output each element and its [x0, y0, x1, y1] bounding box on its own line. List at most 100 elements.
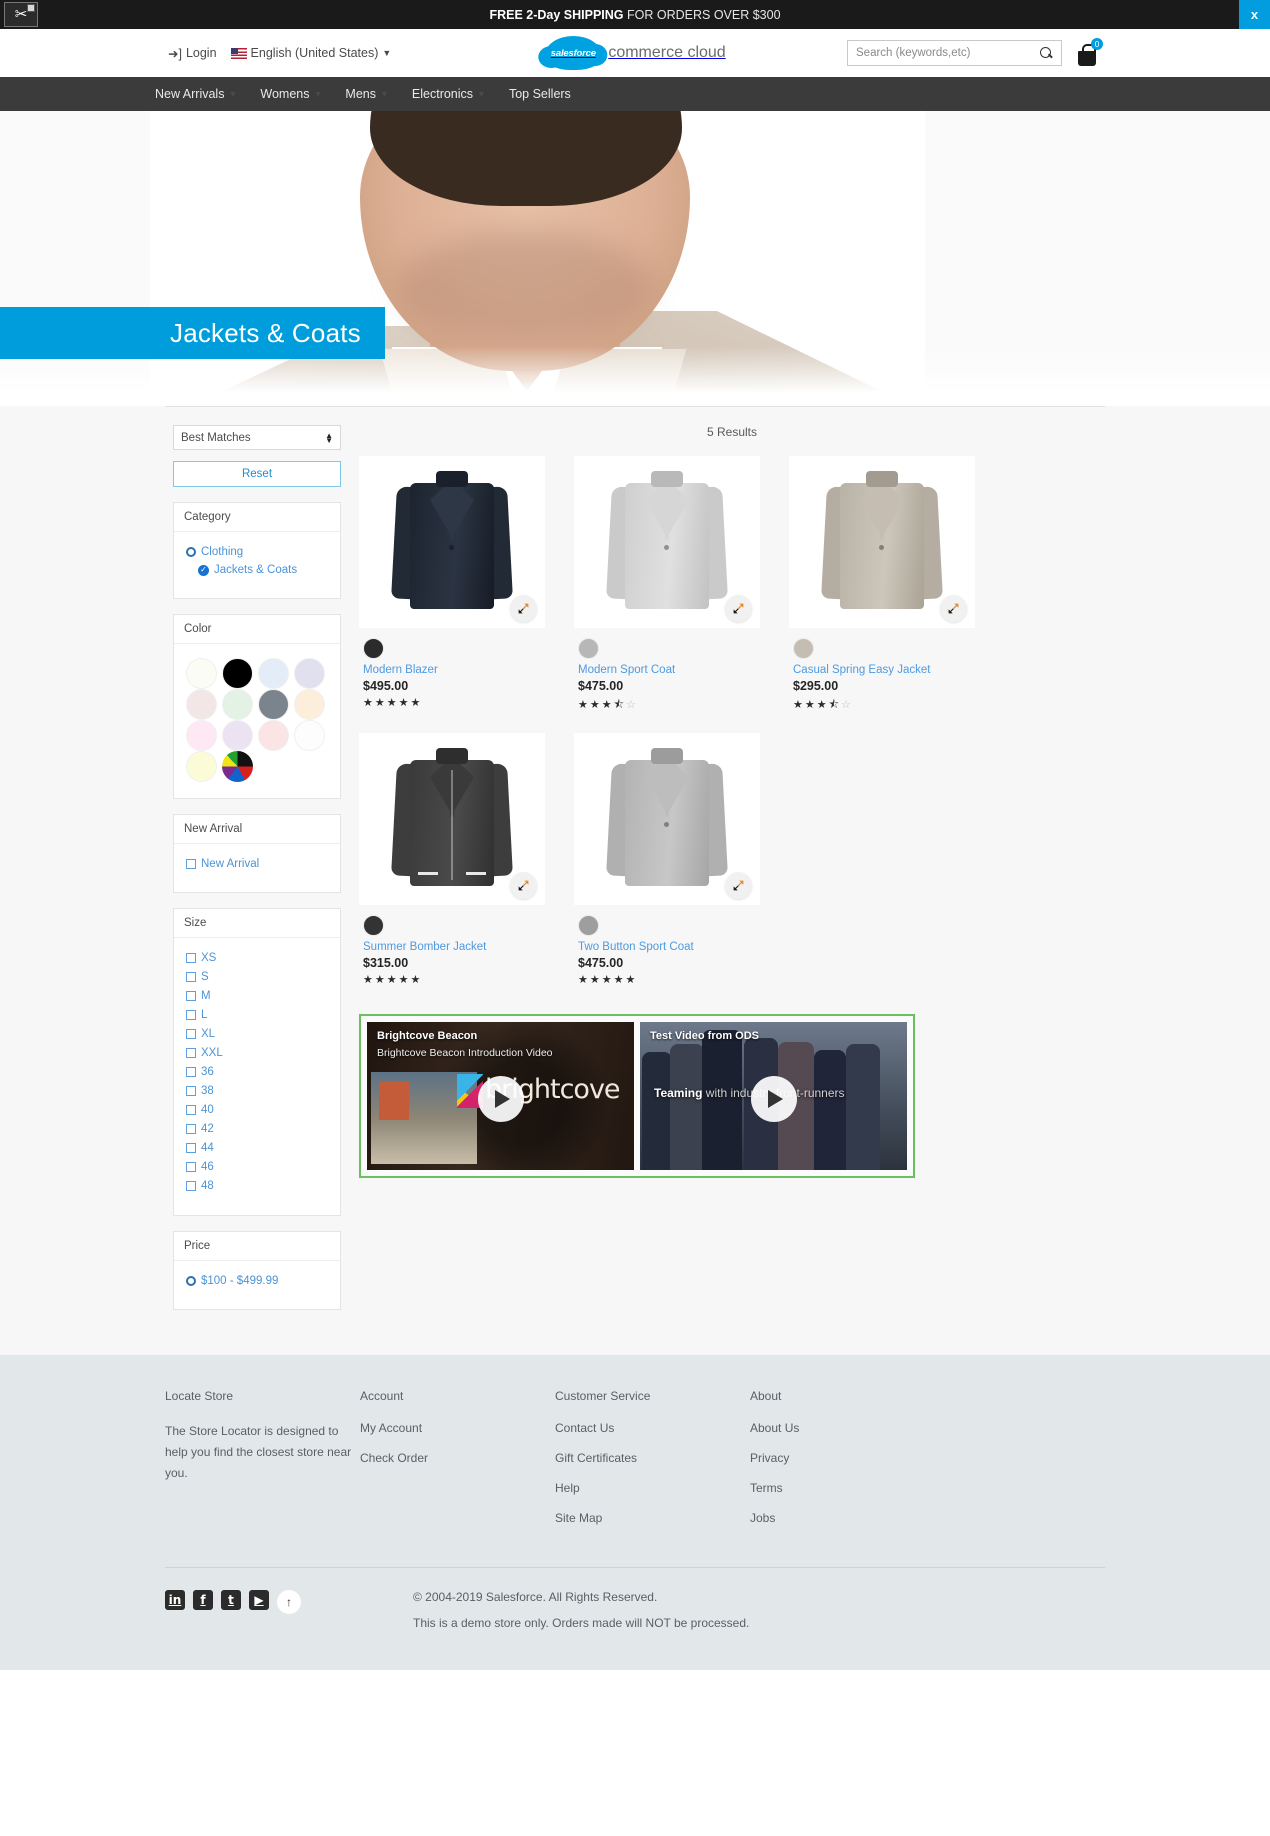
size-option-label: 42	[201, 1123, 214, 1135]
size-option-38[interactable]: 38	[186, 1085, 330, 1097]
product-tile[interactable]: Modern Blazer $495.00 ★★★★★	[359, 456, 545, 715]
tools-icon[interactable]: ✂	[4, 2, 38, 27]
color-swatch-8[interactable]	[186, 720, 217, 751]
product-tile[interactable]: Modern Sport Coat $475.00 ★★★⯪☆	[574, 456, 760, 715]
color-swatch-2[interactable]	[258, 658, 289, 689]
footer-link[interactable]: Check Order	[360, 1451, 555, 1465]
product-image-art	[391, 744, 513, 894]
nav-item-mens[interactable]: Mens ▼	[345, 87, 389, 101]
size-option-l[interactable]: L	[186, 1009, 330, 1021]
product-image[interactable]	[574, 456, 760, 628]
nav-item-electronics[interactable]: Electronics ▼	[412, 87, 486, 101]
facebook-icon[interactable]: f	[193, 1590, 213, 1610]
size-option-48[interactable]: 48	[186, 1180, 330, 1192]
checkbox-icon	[186, 1048, 196, 1058]
cart-button[interactable]: 0	[1076, 38, 1103, 66]
color-swatch-6[interactable]	[258, 689, 289, 720]
footer-link[interactable]: Jobs	[750, 1511, 945, 1525]
footer-link[interactable]: Gift Certificates	[555, 1451, 750, 1465]
color-swatch-3[interactable]	[294, 658, 325, 689]
color-swatch-7[interactable]	[294, 689, 325, 720]
size-option-xs[interactable]: XS	[186, 952, 330, 964]
video-item-test-video-ods[interactable]: Test Video from ODS Teaming with industr…	[640, 1022, 907, 1170]
color-swatch-9[interactable]	[222, 720, 253, 751]
category-option-clothing[interactable]: Clothing	[186, 546, 330, 558]
footer-link[interactable]: Terms	[750, 1481, 945, 1495]
quickview-expand-icon[interactable]	[940, 595, 967, 622]
video-item-brightcove-beacon[interactable]: brightcove Brightcove Beacon Brightcove …	[367, 1022, 634, 1170]
play-icon[interactable]	[477, 1075, 524, 1122]
nav-item-new-arrivals[interactable]: New Arrivals ▼	[155, 87, 237, 101]
product-color-swatch[interactable]	[363, 915, 384, 936]
product-image[interactable]	[359, 733, 545, 905]
size-option-46[interactable]: 46	[186, 1161, 330, 1173]
color-swatch-4[interactable]	[186, 689, 217, 720]
color-swatch-12[interactable]	[186, 751, 217, 782]
product-image[interactable]	[574, 733, 760, 905]
footer-link[interactable]: Site Map	[555, 1511, 750, 1525]
new-arrival-option[interactable]: New Arrival	[186, 858, 330, 870]
product-tile[interactable]: Summer Bomber Jacket $315.00 ★★★★★	[359, 733, 545, 986]
size-option-42[interactable]: 42	[186, 1123, 330, 1135]
price-option[interactable]: $100 - $499.99	[186, 1275, 330, 1287]
refinement-price-body: $100 - $499.99	[174, 1261, 340, 1309]
color-swatch-10[interactable]	[258, 720, 289, 751]
product-name-link[interactable]: Two Button Sport Coat	[578, 941, 760, 953]
size-option-44[interactable]: 44	[186, 1142, 330, 1154]
sort-select-value: Best Matches	[181, 431, 251, 444]
nav-label: Top Sellers	[508, 87, 571, 101]
category-option-jackets-coats[interactable]: ✓ Jackets & Coats	[198, 564, 330, 576]
promo-close-button[interactable]: x	[1239, 0, 1270, 29]
footer-link[interactable]: My Account	[360, 1421, 555, 1435]
color-swatch-13[interactable]	[222, 751, 253, 782]
product-tile[interactable]: Casual Spring Easy Jacket $295.00 ★★★⯪☆	[789, 456, 975, 715]
product-tile[interactable]: Two Button Sport Coat $475.00 ★★★★★	[574, 733, 760, 986]
search-box[interactable]	[847, 40, 1062, 66]
login-link[interactable]: ➜] Login	[168, 46, 217, 61]
search-icon[interactable]	[1040, 46, 1053, 60]
linkedin-icon[interactable]: in	[165, 1590, 185, 1610]
youtube-icon[interactable]: ▶	[249, 1590, 269, 1610]
sort-select[interactable]: Best Matches ▲ ▼	[173, 425, 341, 450]
product-image[interactable]	[359, 456, 545, 628]
footer-link[interactable]: Contact Us	[555, 1421, 750, 1435]
nav-item-womens[interactable]: Womens ▼	[260, 87, 322, 101]
footer-link[interactable]: About Us	[750, 1421, 945, 1435]
product-image[interactable]	[789, 456, 975, 628]
size-option-label: M	[201, 990, 211, 1002]
color-swatch-1[interactable]	[222, 658, 253, 689]
quickview-expand-icon[interactable]	[510, 872, 537, 899]
locale-selector[interactable]: English (United States) ▼	[230, 46, 391, 60]
search-input[interactable]	[856, 47, 1040, 59]
footer-link[interactable]: Help	[555, 1481, 750, 1495]
brand-logo[interactable]: salesforce commerce cloud	[538, 36, 726, 70]
color-swatch-0[interactable]	[186, 658, 217, 689]
quickview-expand-icon[interactable]	[725, 872, 752, 899]
size-option-40[interactable]: 40	[186, 1104, 330, 1116]
product-name-link[interactable]: Summer Bomber Jacket	[363, 941, 545, 953]
footer-link[interactable]: Privacy	[750, 1451, 945, 1465]
product-name-link[interactable]: Modern Sport Coat	[578, 664, 760, 676]
size-option-xxl[interactable]: XXL	[186, 1047, 330, 1059]
color-swatch-11[interactable]	[294, 720, 325, 751]
quickview-expand-icon[interactable]	[725, 595, 752, 622]
play-icon[interactable]	[750, 1075, 797, 1122]
size-option-xl[interactable]: XL	[186, 1028, 330, 1040]
size-option-m[interactable]: M	[186, 990, 330, 1002]
back-to-top-button[interactable]: ↑	[277, 1590, 301, 1614]
size-option-s[interactable]: S	[186, 971, 330, 983]
product-name-link[interactable]: Modern Blazer	[363, 664, 545, 676]
color-swatch-5[interactable]	[222, 689, 253, 720]
twitter-icon[interactable]: t	[221, 1590, 241, 1610]
quickview-expand-icon[interactable]	[510, 595, 537, 622]
product-color-swatch[interactable]	[793, 638, 814, 659]
product-color-swatch[interactable]	[578, 915, 599, 936]
nav-item-top-sellers[interactable]: Top Sellers	[509, 87, 571, 101]
product-color-swatch[interactable]	[578, 638, 599, 659]
chevron-down-icon: ▼	[313, 89, 323, 99]
product-color-swatch[interactable]	[363, 638, 384, 659]
size-option-36[interactable]: 36	[186, 1066, 330, 1078]
product-name-link[interactable]: Casual Spring Easy Jacket	[793, 664, 975, 676]
reset-filters-button[interactable]: Reset	[173, 461, 341, 487]
video-carousel: brightcove Brightcove Beacon Brightcove …	[359, 1014, 915, 1178]
